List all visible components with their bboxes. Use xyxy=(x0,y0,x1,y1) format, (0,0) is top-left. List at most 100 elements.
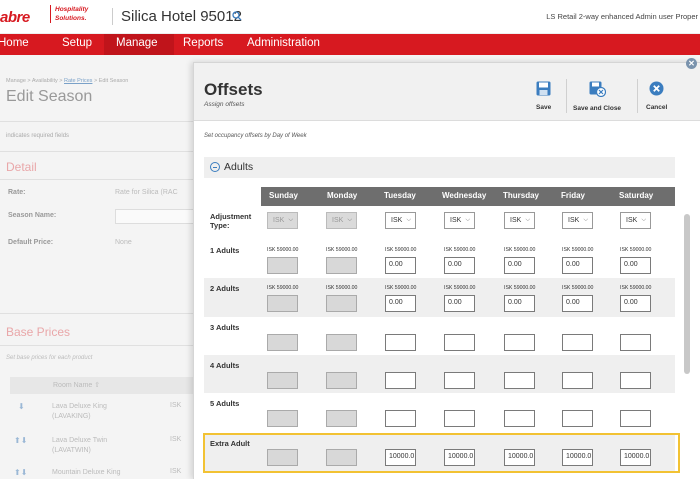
season-name-input[interactable] xyxy=(115,209,195,224)
sabre-logo: abre xyxy=(0,9,30,26)
adjustment-type-select[interactable]: ISK ⌵ xyxy=(562,212,593,229)
adjustment-type-select[interactable]: ISK ⌵ xyxy=(620,212,651,229)
season-name-label: Season Name: xyxy=(8,212,57,219)
page-title: Edit Season xyxy=(6,88,93,105)
occupancy-row: 1 Adults ISK 59000.00 ISK 59000.00 ISK 5… xyxy=(204,240,675,278)
collapse-icon[interactable] xyxy=(210,162,220,172)
row-label: 3 Adults xyxy=(210,323,240,332)
focus-highlight xyxy=(203,433,680,473)
adjustment-type-select[interactable]: ISK ⌵ xyxy=(267,212,298,229)
search-icon[interactable] xyxy=(232,11,242,21)
room-row-isk: ISK xyxy=(170,436,182,443)
required-note: indicates required fields xyxy=(6,133,70,139)
save-button[interactable]: Save xyxy=(536,81,551,111)
offset-input[interactable] xyxy=(267,295,298,312)
scrollbar[interactable] xyxy=(684,214,690,374)
offset-input[interactable] xyxy=(385,410,416,427)
day-header: Friday xyxy=(561,191,586,200)
modal-header: Offsets Assign offsets Save Save and Clo… xyxy=(194,63,700,121)
offset-input[interactable]: 0.00 xyxy=(562,295,593,312)
base-price: ISK 59000.00 xyxy=(267,247,299,253)
adjustment-type-select[interactable]: ISK ⌵ xyxy=(385,212,416,229)
offset-input[interactable] xyxy=(562,372,593,389)
base-prices-hint: Set base prices for each product xyxy=(6,355,93,361)
offsets-modal: Offsets Assign offsets Save Save and Clo… xyxy=(193,62,700,479)
adjustment-type-select[interactable]: ISK ⌵ xyxy=(326,212,357,229)
room-row-name: Lava Deluxe King (LAVAKING) xyxy=(52,403,107,420)
base-price: ISK 59000.00 xyxy=(267,285,299,291)
base-price: ISK 59000.00 xyxy=(326,247,358,253)
arrow-up-down-icon[interactable]: ⬆⬇ xyxy=(14,436,27,445)
day-header: Monday xyxy=(327,191,358,200)
offset-input[interactable] xyxy=(444,410,475,427)
offset-input[interactable] xyxy=(504,334,535,351)
room-row-name: Mountain Deluxe King xyxy=(52,469,121,476)
offset-input[interactable] xyxy=(504,372,535,389)
base-price: ISK 59000.00 xyxy=(385,285,417,291)
offset-input[interactable] xyxy=(385,334,416,351)
base-price: ISK 59000.00 xyxy=(444,247,476,253)
adjustment-type-label: Adjustment Type: xyxy=(210,212,252,230)
breadcrumb-link[interactable]: Rate Prices xyxy=(64,78,92,84)
occupancy-row: 4 Adults xyxy=(204,355,675,393)
offset-input[interactable] xyxy=(326,334,357,351)
day-header: Thursday xyxy=(503,191,540,200)
offset-input[interactable]: 0.00 xyxy=(562,257,593,274)
default-price-label: Default Price: xyxy=(8,239,54,246)
adjustment-type-select[interactable]: ISK ⌵ xyxy=(504,212,535,229)
user-info[interactable]: LS Retail 2-way enhanced Admin user Prop… xyxy=(546,12,698,21)
offset-input[interactable] xyxy=(444,334,475,351)
offset-input[interactable] xyxy=(267,372,298,389)
nav-manage[interactable]: Manage xyxy=(116,37,158,49)
occupancy-row: 2 Adults ISK 59000.00 ISK 59000.00 ISK 5… xyxy=(204,278,675,317)
offset-input[interactable]: 0.00 xyxy=(504,257,535,274)
nav-setup[interactable]: Setup xyxy=(62,37,92,49)
nav-reports[interactable]: Reports xyxy=(183,37,223,49)
breadcrumb: Manage > Availability > Rate Prices > Ed… xyxy=(6,78,129,84)
offset-input[interactable]: 0.00 xyxy=(620,257,651,274)
row-label: 4 Adults xyxy=(210,361,240,370)
row-label: 2 Adults xyxy=(210,284,240,293)
divider xyxy=(0,151,195,152)
offset-input[interactable] xyxy=(562,334,593,351)
offset-input[interactable]: 0.00 xyxy=(385,257,416,274)
offset-input[interactable] xyxy=(326,257,357,274)
modal-title: Offsets xyxy=(204,80,263,99)
offset-input[interactable] xyxy=(326,372,357,389)
occupancy-row: 3 Adults xyxy=(204,317,675,355)
offset-input[interactable]: 0.00 xyxy=(385,295,416,312)
offset-input[interactable] xyxy=(326,295,357,312)
offset-input[interactable] xyxy=(620,410,651,427)
nav-home[interactable]: Home xyxy=(0,37,29,49)
adjustment-type-select[interactable]: ISK ⌵ xyxy=(444,212,475,229)
offset-input[interactable] xyxy=(444,372,475,389)
divider xyxy=(0,179,195,180)
save-and-close-button[interactable]: Save and Close xyxy=(573,81,621,112)
main-nav: Home Setup Manage Reports Administration xyxy=(0,34,700,55)
base-price: ISK 59000.00 xyxy=(620,247,652,253)
base-price: ISK 59000.00 xyxy=(562,247,594,253)
offset-input[interactable] xyxy=(267,257,298,274)
arrow-up-down-icon[interactable]: ⬆⬇ xyxy=(14,468,27,477)
offset-input[interactable] xyxy=(267,334,298,351)
offset-input[interactable]: 0.00 xyxy=(620,295,651,312)
offset-input[interactable]: 0.00 xyxy=(444,295,475,312)
offset-input[interactable] xyxy=(620,334,651,351)
offset-input[interactable] xyxy=(620,372,651,389)
offset-input[interactable] xyxy=(267,410,298,427)
offset-input[interactable] xyxy=(326,410,357,427)
nav-administration[interactable]: Administration xyxy=(247,37,320,49)
arrow-down-icon[interactable]: ⬇ xyxy=(18,402,25,411)
close-icon[interactable]: ✕ xyxy=(686,58,697,69)
offset-input[interactable] xyxy=(504,410,535,427)
offset-input[interactable]: 0.00 xyxy=(444,257,475,274)
base-price: ISK 59000.00 xyxy=(444,285,476,291)
offset-input[interactable] xyxy=(385,372,416,389)
offset-input[interactable]: 0.00 xyxy=(504,295,535,312)
room-name-header[interactable]: Room Name ⇧ xyxy=(53,381,100,389)
offset-input[interactable] xyxy=(562,410,593,427)
default-price-value: None xyxy=(115,239,132,246)
day-header: Wednesday xyxy=(442,191,487,200)
cancel-button[interactable]: Cancel xyxy=(646,81,667,111)
adults-group-header[interactable]: Adults xyxy=(204,157,675,178)
